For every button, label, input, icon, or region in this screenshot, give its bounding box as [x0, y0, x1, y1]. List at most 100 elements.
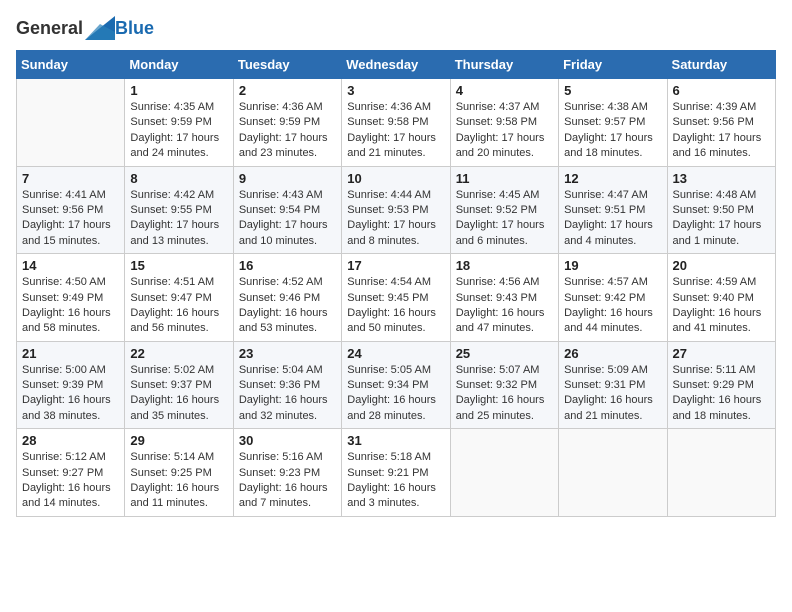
day-info: Sunrise: 4:36 AMSunset: 9:59 PMDaylight:…	[239, 100, 336, 162]
calendar-week-4: 21 Sunrise: 5:00 AMSunset: 9:39 PMDayligh…	[17, 341, 776, 429]
day-number: 28	[22, 433, 119, 448]
calendar-cell: 26Sunrise: 5:09 AMSunset: 9:31 PMDayligh…	[559, 341, 667, 429]
calendar-cell: 23 Sunrise: 5:04 AMSunset: 9:36 PMDayligh…	[233, 341, 341, 429]
calendar-cell	[559, 429, 667, 517]
day-info: Sunrise: 5:02 AMSunset: 9:37 PMDaylight:…	[130, 363, 227, 425]
day-info: Sunrise: 4:47 AMSunset: 9:51 PMDaylight:…	[564, 188, 661, 250]
day-info: Sunrise: 5:04 AMSunset: 9:36 PMDaylight:…	[239, 363, 336, 425]
day-number: 20	[673, 258, 770, 273]
calendar-cell: 18Sunrise: 4:56 AMSunset: 9:43 PMDayligh…	[450, 254, 558, 342]
calendar-cell: 5 Sunrise: 4:38 AMSunset: 9:57 PMDaylight…	[559, 79, 667, 167]
day-info: Sunrise: 4:48 AMSunset: 9:50 PMDaylight:…	[673, 188, 770, 250]
calendar-cell	[450, 429, 558, 517]
day-info: Sunrise: 4:50 AMSunset: 9:49 PMDaylight:…	[22, 275, 119, 337]
calendar-table: SundayMondayTuesdayWednesdayThursdayFrid…	[16, 50, 776, 517]
day-number: 18	[456, 258, 553, 273]
calendar-cell: 6 Sunrise: 4:39 AMSunset: 9:56 PMDaylight…	[667, 79, 775, 167]
day-info: Sunrise: 4:37 AMSunset: 9:58 PMDaylight:…	[456, 100, 553, 162]
logo-icon	[85, 16, 115, 40]
calendar-cell: 20 Sunrise: 4:59 AMSunset: 9:40 PMDayligh…	[667, 254, 775, 342]
calendar-cell: 2 Sunrise: 4:36 AMSunset: 9:59 PMDaylight…	[233, 79, 341, 167]
calendar-cell: 22 Sunrise: 5:02 AMSunset: 9:37 PMDayligh…	[125, 341, 233, 429]
day-number: 12	[564, 171, 661, 186]
calendar-cell	[17, 79, 125, 167]
day-number: 10	[347, 171, 444, 186]
day-number: 5	[564, 83, 661, 98]
day-number: 15	[130, 258, 227, 273]
calendar-body: 1 Sunrise: 4:35 AMSunset: 9:59 PMDaylight…	[17, 79, 776, 517]
day-number: 27	[673, 346, 770, 361]
calendar-cell	[667, 429, 775, 517]
calendar-cell: 25Sunrise: 5:07 AMSunset: 9:32 PMDayligh…	[450, 341, 558, 429]
calendar-cell: 11 Sunrise: 4:45 AMSunset: 9:52 PMDayligh…	[450, 166, 558, 254]
day-info: Sunrise: 4:57 AMSunset: 9:42 PMDaylight:…	[564, 275, 661, 337]
day-info: Sunrise: 5:00 AMSunset: 9:39 PMDaylight:…	[22, 363, 119, 425]
logo: General Blue	[16, 16, 154, 40]
logo-general: General	[16, 18, 83, 39]
day-number: 25	[456, 346, 553, 361]
day-number: 19	[564, 258, 661, 273]
day-info: Sunrise: 4:42 AMSunset: 9:55 PMDaylight:…	[130, 188, 227, 250]
day-info: Sunrise: 4:45 AMSunset: 9:52 PMDaylight:…	[456, 188, 553, 250]
day-number: 30	[239, 433, 336, 448]
day-info: Sunrise: 4:54 AMSunset: 9:45 PMDaylight:…	[347, 275, 444, 337]
calendar-cell: 12 Sunrise: 4:47 AMSunset: 9:51 PMDayligh…	[559, 166, 667, 254]
calendar-cell: 24Sunrise: 5:05 AMSunset: 9:34 PMDayligh…	[342, 341, 450, 429]
calendar-header-row: SundayMondayTuesdayWednesdayThursdayFrid…	[17, 51, 776, 79]
calendar-cell: 8 Sunrise: 4:42 AMSunset: 9:55 PMDaylight…	[125, 166, 233, 254]
day-number: 8	[130, 171, 227, 186]
calendar-week-3: 14 Sunrise: 4:50 AMSunset: 9:49 PMDayligh…	[17, 254, 776, 342]
day-info: Sunrise: 4:36 AMSunset: 9:58 PMDaylight:…	[347, 100, 444, 162]
day-number: 13	[673, 171, 770, 186]
calendar-cell: 29 Sunrise: 5:14 AMSunset: 9:25 PMDayligh…	[125, 429, 233, 517]
day-number: 24	[347, 346, 444, 361]
day-info: Sunrise: 4:39 AMSunset: 9:56 PMDaylight:…	[673, 100, 770, 162]
calendar-cell: 30 Sunrise: 5:16 AMSunset: 9:23 PMDayligh…	[233, 429, 341, 517]
calendar-week-2: 7Sunrise: 4:41 AMSunset: 9:56 PMDaylight…	[17, 166, 776, 254]
day-number: 21	[22, 346, 119, 361]
day-info: Sunrise: 4:38 AMSunset: 9:57 PMDaylight:…	[564, 100, 661, 162]
day-number: 29	[130, 433, 227, 448]
day-number: 4	[456, 83, 553, 98]
day-info: Sunrise: 5:18 AMSunset: 9:21 PMDaylight:…	[347, 450, 444, 512]
calendar-week-1: 1 Sunrise: 4:35 AMSunset: 9:59 PMDaylight…	[17, 79, 776, 167]
calendar-cell: 27 Sunrise: 5:11 AMSunset: 9:29 PMDayligh…	[667, 341, 775, 429]
day-number: 26	[564, 346, 661, 361]
calendar-cell: 10 Sunrise: 4:44 AMSunset: 9:53 PMDayligh…	[342, 166, 450, 254]
day-number: 11	[456, 171, 553, 186]
day-number: 1	[130, 83, 227, 98]
calendar-cell: 13 Sunrise: 4:48 AMSunset: 9:50 PMDayligh…	[667, 166, 775, 254]
calendar-cell: 9Sunrise: 4:43 AMSunset: 9:54 PMDaylight…	[233, 166, 341, 254]
day-number: 6	[673, 83, 770, 98]
day-number: 9	[239, 171, 336, 186]
day-header-friday: Friday	[559, 51, 667, 79]
day-header-tuesday: Tuesday	[233, 51, 341, 79]
day-number: 22	[130, 346, 227, 361]
day-info: Sunrise: 5:16 AMSunset: 9:23 PMDaylight:…	[239, 450, 336, 512]
calendar-cell: 19 Sunrise: 4:57 AMSunset: 9:42 PMDayligh…	[559, 254, 667, 342]
day-info: Sunrise: 4:52 AMSunset: 9:46 PMDaylight:…	[239, 275, 336, 337]
calendar-cell: 4 Sunrise: 4:37 AMSunset: 9:58 PMDaylight…	[450, 79, 558, 167]
calendar-cell: 31Sunrise: 5:18 AMSunset: 9:21 PMDayligh…	[342, 429, 450, 517]
day-number: 17	[347, 258, 444, 273]
day-info: Sunrise: 4:35 AMSunset: 9:59 PMDaylight:…	[130, 100, 227, 162]
day-info: Sunrise: 5:11 AMSunset: 9:29 PMDaylight:…	[673, 363, 770, 425]
day-info: Sunrise: 4:59 AMSunset: 9:40 PMDaylight:…	[673, 275, 770, 337]
calendar-week-5: 28 Sunrise: 5:12 AMSunset: 9:27 PMDayligh…	[17, 429, 776, 517]
day-number: 3	[347, 83, 444, 98]
calendar-cell: 14 Sunrise: 4:50 AMSunset: 9:49 PMDayligh…	[17, 254, 125, 342]
calendar-cell: 7Sunrise: 4:41 AMSunset: 9:56 PMDaylight…	[17, 166, 125, 254]
calendar-cell: 28 Sunrise: 5:12 AMSunset: 9:27 PMDayligh…	[17, 429, 125, 517]
day-info: Sunrise: 4:44 AMSunset: 9:53 PMDaylight:…	[347, 188, 444, 250]
calendar-cell: 1 Sunrise: 4:35 AMSunset: 9:59 PMDaylight…	[125, 79, 233, 167]
day-info: Sunrise: 5:12 AMSunset: 9:27 PMDaylight:…	[22, 450, 119, 512]
day-number: 2	[239, 83, 336, 98]
day-header-thursday: Thursday	[450, 51, 558, 79]
day-number: 23	[239, 346, 336, 361]
day-header-monday: Monday	[125, 51, 233, 79]
calendar-cell: 15Sunrise: 4:51 AMSunset: 9:47 PMDayligh…	[125, 254, 233, 342]
day-header-saturday: Saturday	[667, 51, 775, 79]
day-info: Sunrise: 5:14 AMSunset: 9:25 PMDaylight:…	[130, 450, 227, 512]
day-number: 16	[239, 258, 336, 273]
day-number: 14	[22, 258, 119, 273]
